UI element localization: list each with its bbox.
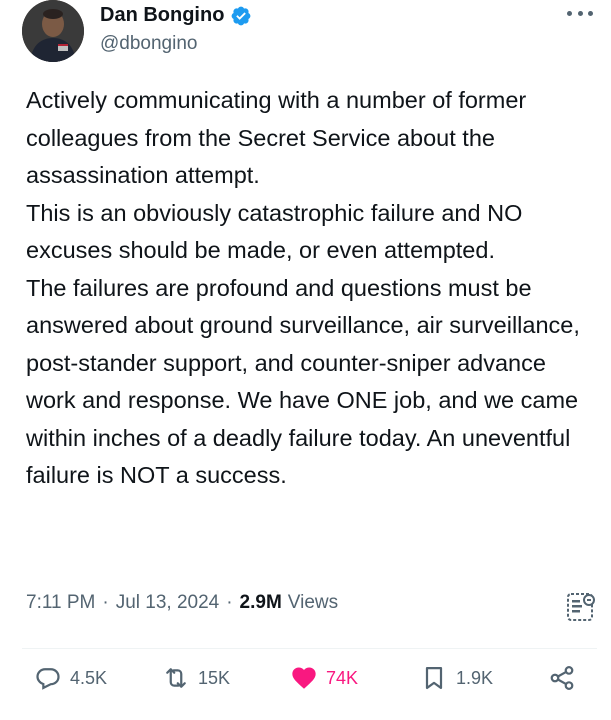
more-dot <box>567 10 572 16</box>
share-button[interactable] <box>548 664 576 692</box>
more-dot <box>577 10 583 16</box>
tweet: Dan Bongino @dbongino Actively communica… <box>0 0 611 720</box>
analytics-icon[interactable] <box>563 590 597 624</box>
heart-icon <box>292 667 316 689</box>
tweet-paragraph: This is an obviously catastrophic failur… <box>26 199 523 264</box>
avatar[interactable] <box>22 0 84 62</box>
tweet-date[interactable]: Jul 13, 2024 <box>116 592 220 614</box>
reply-count: 4.5K <box>70 667 108 688</box>
reply-icon <box>36 668 60 690</box>
more-dot <box>588 10 593 16</box>
views-count: 2.9M <box>239 592 282 613</box>
like-count: 74K <box>326 667 359 688</box>
tweet-meta: 7:11 PM · Jul 13, 2024 · 2.9M Views <box>26 592 338 614</box>
tweet-time[interactable]: 7:11 PM <box>26 592 95 614</box>
reply-button[interactable]: 4.5K <box>34 664 107 692</box>
avatar-image <box>22 0 84 62</box>
author-info[interactable]: Dan Bongino @dbongino <box>100 4 252 55</box>
repost-button[interactable]: 15K <box>162 664 230 692</box>
name-row: Dan Bongino <box>100 4 252 27</box>
display-name[interactable]: Dan Bongino <box>100 4 224 27</box>
meta-separator: · <box>102 592 109 613</box>
repost-icon <box>166 668 186 688</box>
more-icon[interactable] <box>567 6 593 20</box>
tweet-paragraph: Actively communicating with a number of … <box>26 87 527 188</box>
handle[interactable]: @dbongino <box>100 33 252 55</box>
bookmark-icon <box>425 666 443 690</box>
action-bar: 4.5K 15K 74K 1.9K <box>0 664 611 704</box>
bookmark-count: 1.9K <box>456 667 494 688</box>
tweet-paragraph: The failures are profound and questions … <box>26 274 580 489</box>
share-icon <box>550 666 574 690</box>
bookmark-button[interactable]: 1.9K <box>420 664 493 692</box>
views-label: Views <box>287 592 339 613</box>
like-button[interactable]: 74K <box>290 664 358 692</box>
verified-badge-icon[interactable] <box>230 5 252 27</box>
divider <box>22 648 597 649</box>
meta-separator: · <box>226 592 233 613</box>
repost-count: 15K <box>198 667 231 688</box>
tweet-text: Actively communicating with a number of … <box>26 82 596 495</box>
